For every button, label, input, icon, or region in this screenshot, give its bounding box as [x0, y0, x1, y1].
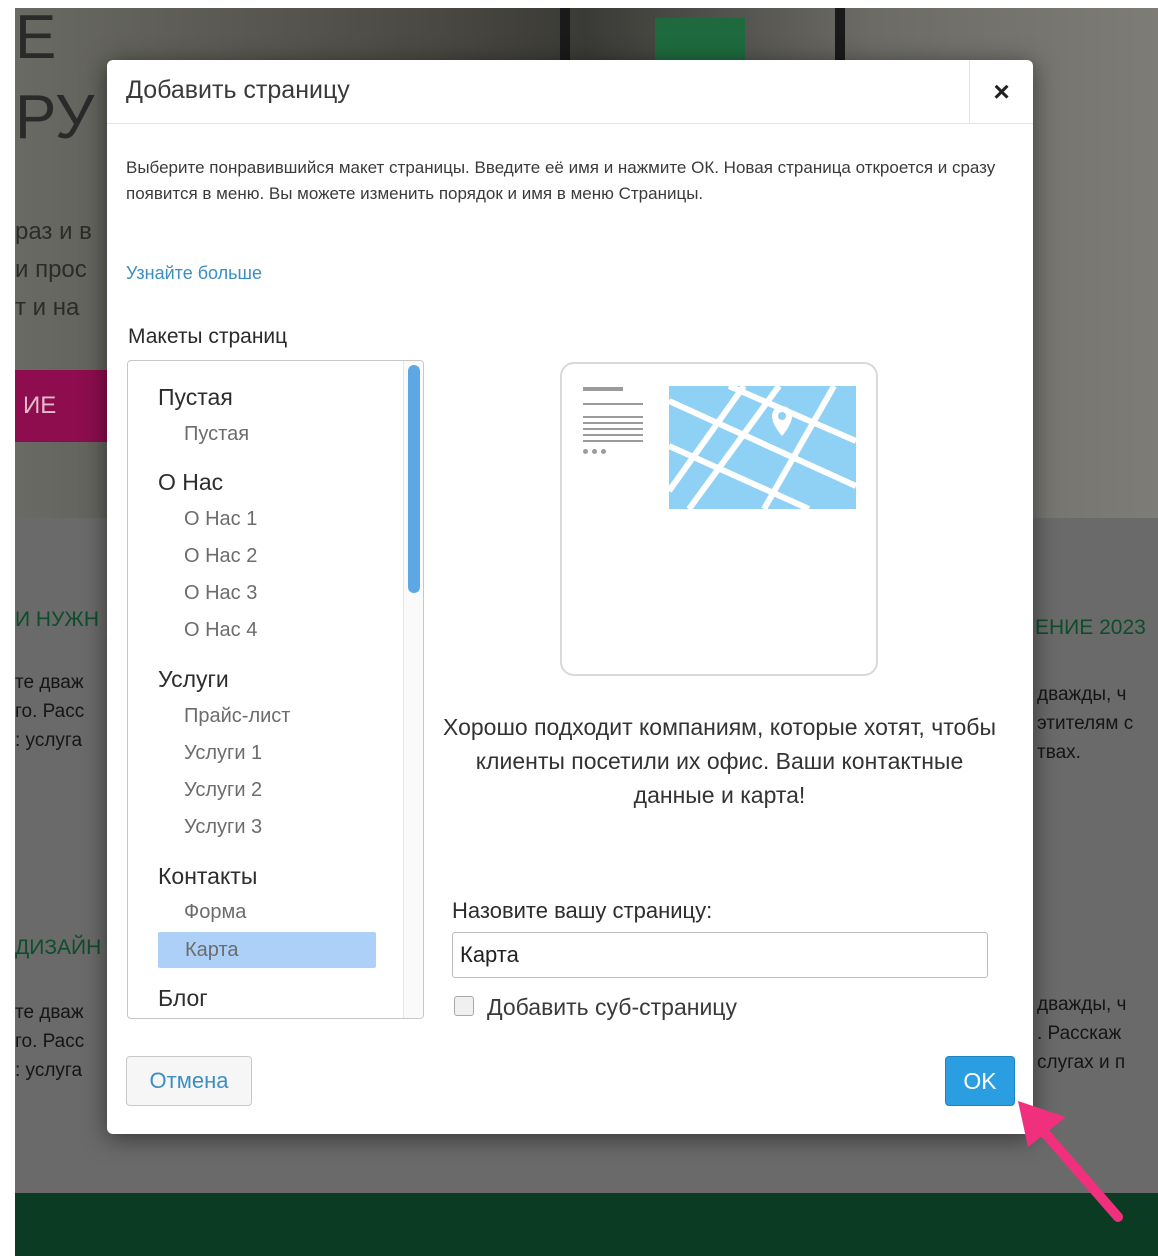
subpage-label[interactable]: Добавить суб-страницу: [487, 994, 737, 1021]
layout-group-title: Блог: [158, 985, 208, 1011]
background-text: дважды, ч этителям с твах.: [1037, 680, 1133, 767]
page-name-input[interactable]: [452, 932, 988, 978]
add-page-dialog: Добавить страницу × Выберите понравивший…: [107, 60, 1033, 1134]
layout-item[interactable]: Услуги 1: [184, 742, 262, 765]
background-footer: [15, 1193, 1158, 1256]
background-heading: ЕНИЕ 2023: [1035, 616, 1146, 639]
background-text-line: этителям с: [1037, 713, 1134, 734]
preview-text-line: [583, 422, 643, 424]
background-text-line: те дваж: [15, 1002, 84, 1023]
background-text: те дваж го. Расс : услуга: [15, 998, 84, 1085]
background-text-line: го. Расс: [15, 701, 85, 722]
background-hero-line: и прос: [15, 256, 87, 283]
background-text-line: дважды, ч: [1037, 684, 1127, 705]
background-text: те дваж го. Расс : услуга: [15, 668, 84, 755]
layouts-label: Макеты страниц: [128, 325, 288, 348]
layout-item[interactable]: Услуги 2: [184, 779, 262, 802]
background-hero-line: т и на: [15, 294, 80, 321]
close-icon: ×: [993, 76, 1010, 107]
preview-text-line: [583, 428, 643, 430]
close-button[interactable]: ×: [969, 60, 1033, 124]
ok-button[interactable]: OK: [945, 1056, 1015, 1106]
preview-text-line: [583, 403, 643, 405]
layout-list[interactable]: Пустая Пустая О Нас О Нас 1 О Нас 2 О На…: [127, 360, 424, 1019]
background-text: дважды, ч . Расскаж слугах и п: [1037, 990, 1126, 1077]
layout-item[interactable]: Услуги 3: [184, 816, 262, 839]
layout-item[interactable]: Форма: [184, 901, 246, 924]
location-pin-icon: [772, 406, 792, 436]
layout-preview: [560, 362, 878, 676]
background-hero-button-label: ИЕ: [23, 392, 57, 419]
background-text-line: . Расскаж: [1037, 1023, 1122, 1044]
list-scrollbar-thumb[interactable]: [408, 365, 420, 593]
background-frame-right: [835, 8, 845, 68]
preview-dot: [601, 449, 606, 454]
map-thumbnail: [669, 386, 856, 509]
dialog-header: Добавить страницу ×: [107, 60, 1033, 124]
background-text-line: слугах и п: [1037, 1052, 1126, 1073]
layout-group-title: О Нас: [158, 469, 224, 495]
preview-text-line: [583, 434, 643, 436]
page-name-label: Назовите вашу страницу:: [452, 898, 713, 923]
preview-text-line: [583, 416, 643, 418]
background-frame-left: [560, 8, 570, 68]
background-text-line: го. Расс: [15, 1031, 85, 1052]
layout-item[interactable]: О Нас 4: [184, 619, 257, 642]
subpage-checkbox[interactable]: [454, 996, 474, 1016]
preview-description: Хорошо подходит компаниям, которые хотят…: [443, 714, 996, 808]
layout-item-selected[interactable]: Карта: [158, 932, 376, 968]
layout-group-title: Услуги: [158, 666, 229, 692]
background-text-line: те дваж: [15, 672, 84, 693]
pointer-arrow-icon: [1018, 1101, 1123, 1222]
layout-item[interactable]: Пустая: [184, 423, 249, 446]
layout-group-title: Пустая: [158, 384, 233, 410]
learn-more-link[interactable]: Узнайте больше: [126, 263, 262, 284]
background-heading: ДИЗАЙН: [15, 936, 102, 959]
layout-item[interactable]: О Нас 3: [184, 582, 257, 605]
dialog-description: Выберите понравившийся макет страницы. В…: [126, 158, 996, 203]
preview-dot: [592, 449, 597, 454]
background-hero-title: Е РУ: [15, 8, 95, 152]
background-heading: И НУЖН: [15, 608, 99, 631]
layout-item[interactable]: Прайс-лист: [184, 705, 290, 728]
layout-item[interactable]: О Нас 2: [184, 545, 257, 568]
background-text-line: дважды, ч: [1037, 994, 1127, 1015]
background-text-line: : услуга: [15, 1060, 83, 1081]
preview-heading-line: [583, 387, 623, 391]
layout-group-title: Контакты: [158, 863, 258, 889]
background-hero-text: раз и в и прос т и на: [15, 213, 92, 327]
preview-text-line: [583, 440, 643, 442]
layout-item[interactable]: О Нас 1: [184, 508, 257, 531]
background-hero-line: раз и в: [15, 218, 92, 245]
dialog-title: Добавить страницу: [126, 76, 350, 104]
background-text-line: твах.: [1037, 742, 1081, 763]
cancel-button[interactable]: Отмена: [126, 1056, 252, 1106]
map-streets-graphic: [669, 386, 856, 509]
background-text-line: : услуга: [15, 730, 83, 751]
preview-dot: [583, 449, 588, 454]
